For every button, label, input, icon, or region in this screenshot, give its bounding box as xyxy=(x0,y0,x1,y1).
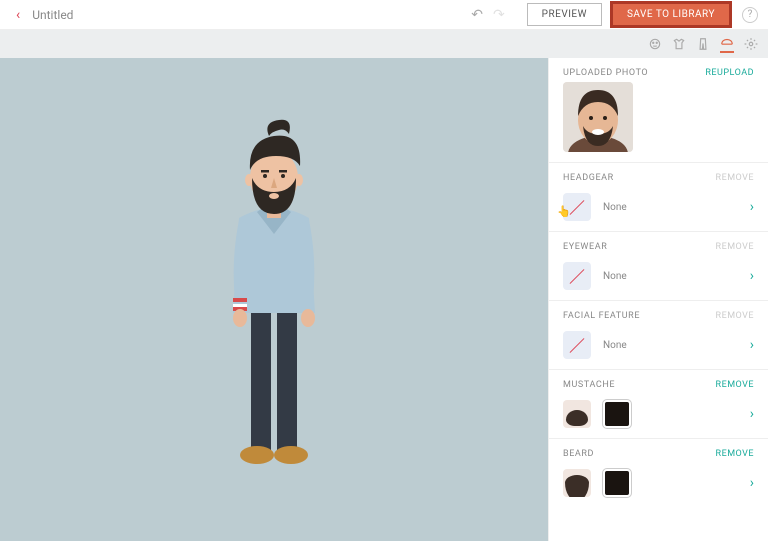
main-content: UPLOADED PHOTO REUPLOAD HEADGEAR REM xyxy=(0,58,768,541)
headgear-value: None xyxy=(603,202,738,213)
facial-feature-value: None xyxy=(603,340,738,351)
mustache-label: MUSTACHE xyxy=(563,380,615,390)
category-tabs xyxy=(0,30,768,58)
eyewear-header: EYEWEAR REMOVE xyxy=(549,232,768,256)
eyewear-value: None xyxy=(603,271,738,282)
undo-button[interactable]: ↶ xyxy=(467,7,487,23)
mustache-style-swatch[interactable] xyxy=(563,400,591,428)
chevron-right-icon[interactable]: › xyxy=(750,268,754,284)
headgear-tab-icon[interactable] xyxy=(720,39,734,53)
beard-header: BEARD REMOVE xyxy=(549,439,768,463)
mustache-option-row[interactable]: › xyxy=(549,394,768,439)
headgear-swatch[interactable] xyxy=(563,193,591,221)
uploaded-photo-thumbnail[interactable] xyxy=(563,82,633,152)
chevron-right-icon[interactable]: › xyxy=(750,406,754,422)
reupload-button[interactable]: REUPLOAD xyxy=(705,68,754,78)
chevron-right-icon[interactable]: › xyxy=(750,337,754,353)
headgear-label: HEADGEAR xyxy=(563,173,614,183)
avatar-character xyxy=(189,100,359,500)
facial-feature-remove-button[interactable]: REMOVE xyxy=(716,311,754,321)
settings-tab-icon[interactable] xyxy=(744,37,758,51)
face-tab-icon[interactable] xyxy=(648,37,662,51)
beard-label: BEARD xyxy=(563,449,594,459)
beard-option-row[interactable]: › xyxy=(549,463,768,507)
uploaded-photo-header: UPLOADED PHOTO REUPLOAD xyxy=(549,58,768,82)
facial-feature-option-row[interactable]: None › xyxy=(549,325,768,370)
mustache-color-swatch[interactable] xyxy=(603,400,631,428)
beard-remove-button[interactable]: REMOVE xyxy=(716,449,754,459)
eyewear-option-row[interactable]: None › xyxy=(549,256,768,301)
beard-style-swatch[interactable] xyxy=(563,469,591,497)
help-icon[interactable]: ? xyxy=(742,7,758,23)
shirt-tab-icon[interactable] xyxy=(672,37,686,51)
pants-tab-icon[interactable] xyxy=(696,37,710,51)
top-bar: ‹ Untitled ↶ ↷ PREVIEW SAVE TO LIBRARY ? xyxy=(0,0,768,30)
document-title[interactable]: Untitled xyxy=(32,8,73,22)
save-button-highlight: SAVE TO LIBRARY xyxy=(610,1,732,28)
facial-feature-label: FACIAL FEATURE xyxy=(563,311,640,321)
back-button[interactable]: ‹ xyxy=(10,7,26,23)
avatar-canvas[interactable] xyxy=(0,58,548,541)
facial-feature-swatch[interactable] xyxy=(563,331,591,359)
mustache-header: MUSTACHE REMOVE xyxy=(549,370,768,394)
beard-color-swatch[interactable] xyxy=(603,469,631,497)
save-to-library-button[interactable]: SAVE TO LIBRARY xyxy=(613,4,729,25)
headgear-option-row[interactable]: 👆 None › xyxy=(549,187,768,232)
chevron-right-icon[interactable]: › xyxy=(750,199,754,215)
facial-feature-header: FACIAL FEATURE REMOVE xyxy=(549,301,768,325)
uploaded-photo-row xyxy=(549,82,768,163)
eyewear-swatch[interactable] xyxy=(563,262,591,290)
eyewear-label: EYEWEAR xyxy=(563,242,607,252)
preview-button[interactable]: PREVIEW xyxy=(527,3,602,26)
uploaded-photo-label: UPLOADED PHOTO xyxy=(563,68,648,78)
redo-button[interactable]: ↷ xyxy=(489,7,509,23)
properties-sidebar: UPLOADED PHOTO REUPLOAD HEADGEAR REM xyxy=(548,58,768,541)
headgear-remove-button[interactable]: REMOVE xyxy=(716,173,754,183)
mustache-remove-button[interactable]: REMOVE xyxy=(716,380,754,390)
headgear-header: HEADGEAR REMOVE xyxy=(549,163,768,187)
chevron-right-icon[interactable]: › xyxy=(750,475,754,491)
eyewear-remove-button[interactable]: REMOVE xyxy=(716,242,754,252)
